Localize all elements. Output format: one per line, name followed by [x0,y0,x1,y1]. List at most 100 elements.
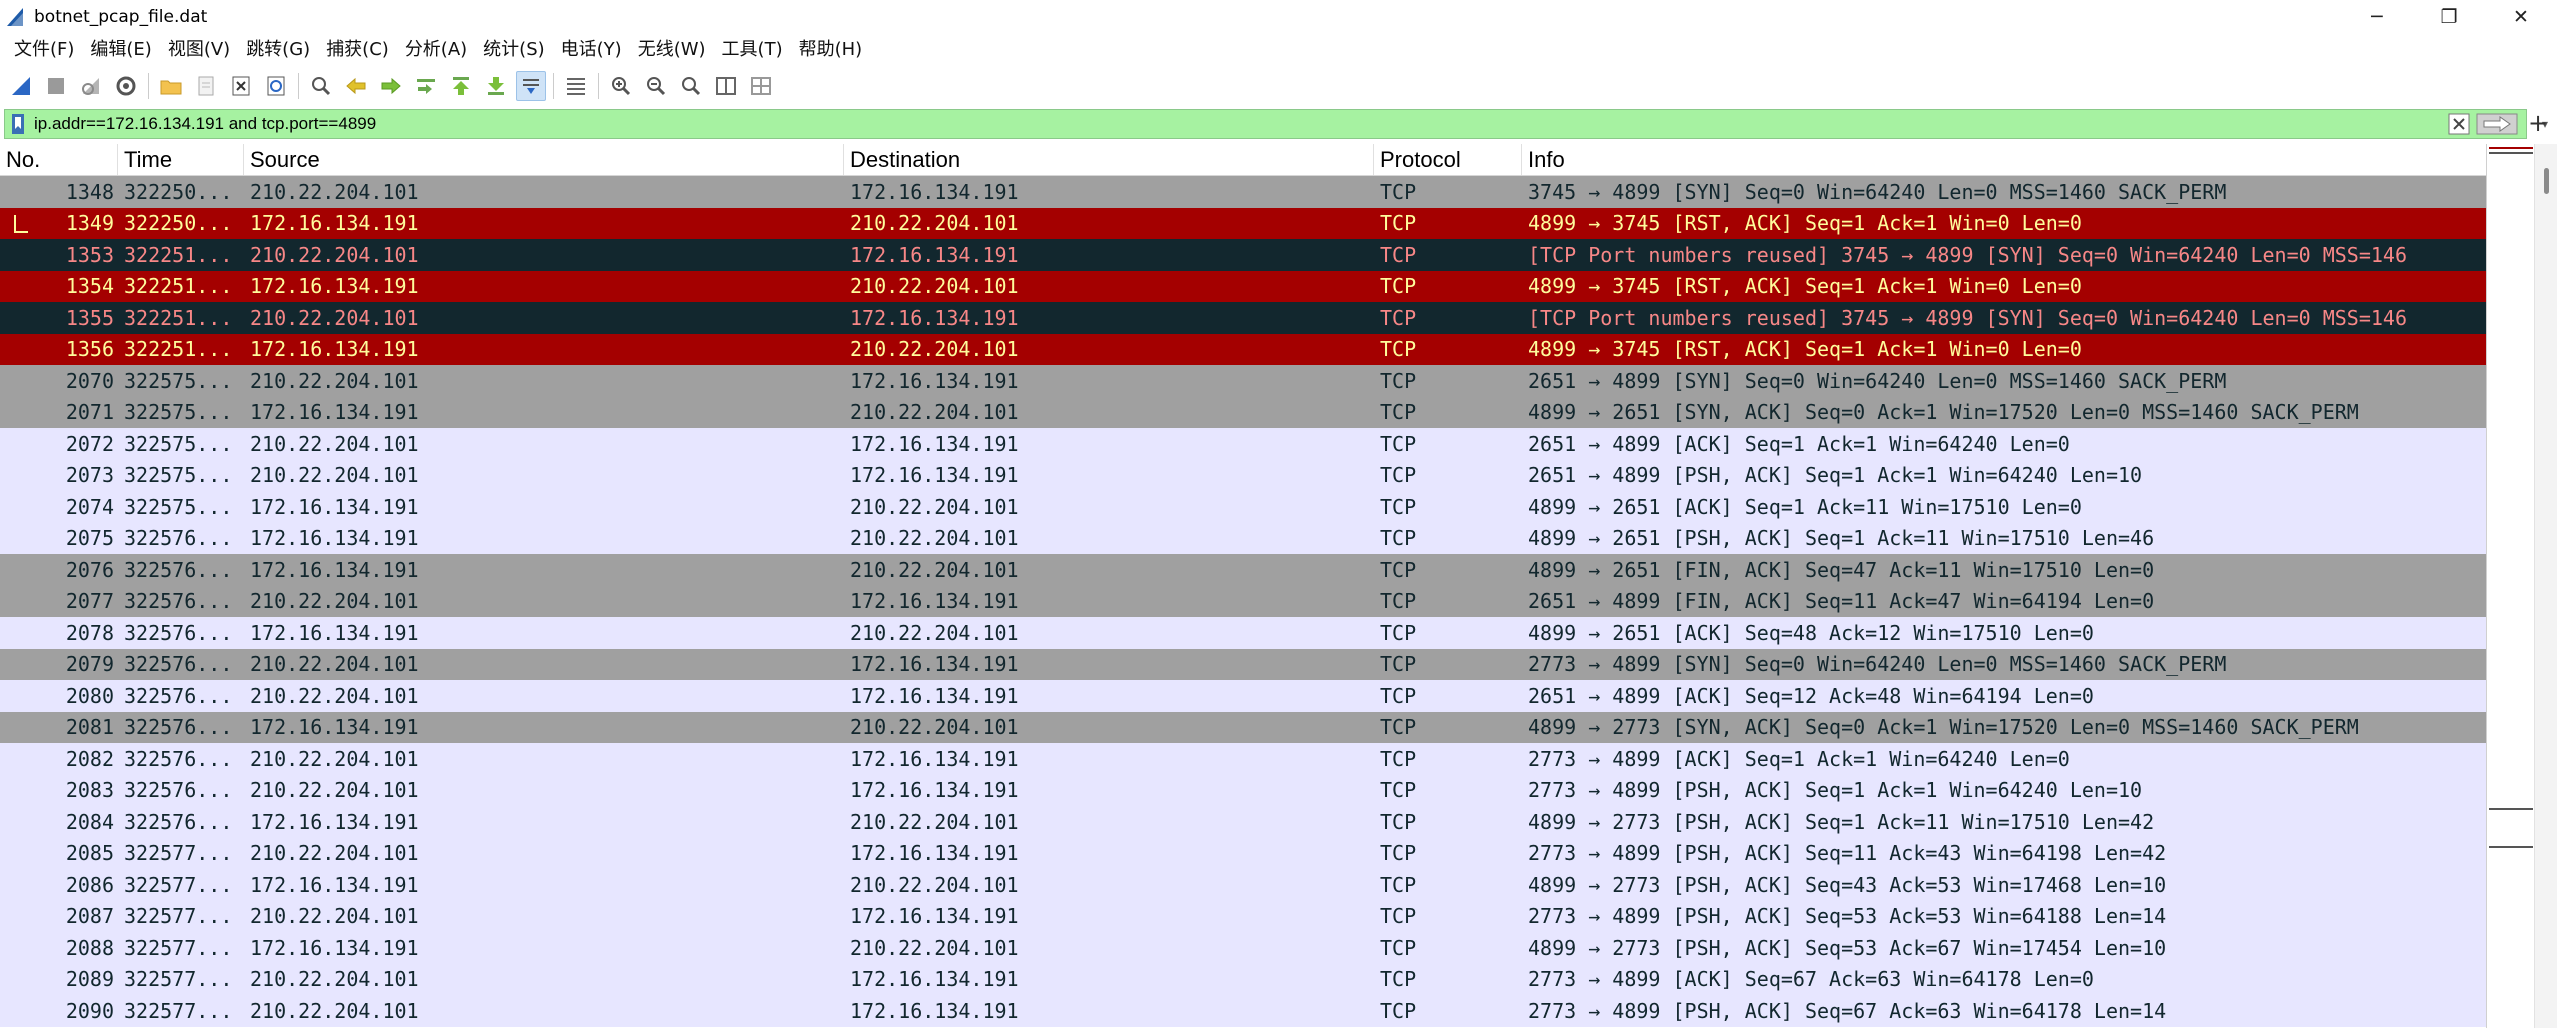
column-header-destination[interactable]: Destination [844,144,1374,175]
packet-row[interactable]: 2086 322577... 172.16.134.191 210.22.204.10… [0,869,2486,901]
restore-button[interactable]: ❐ [2413,0,2485,34]
packet-row[interactable]: 2081 322576... 172.16.134.191 210.22.204.10… [0,711,2486,743]
go-back-icon[interactable] [341,71,371,101]
packet-row[interactable]: 1349 322250... 172.16.134.191 210.22.204.10… [0,207,2486,239]
packet-row[interactable]: 1354 322251... 172.16.134.191 210.22.204.10… [0,270,2486,302]
cell-protocol: TCP [1380,494,1417,519]
apply-filter-icon[interactable] [2476,113,2518,135]
menu-file[interactable]: 文件(F) [6,34,82,66]
packet-row[interactable]: 2082 322576... 210.22.204.101 172.16.134.19… [0,743,2486,775]
close-file-icon[interactable] [226,71,256,101]
packet-row[interactable]: 2080 322576... 210.22.204.101 172.16.134.19… [0,680,2486,712]
packet-row[interactable]: 2072 322575... 210.22.204.101 172.16.134.19… [0,428,2486,460]
last-packet-icon[interactable] [481,71,511,101]
packet-row[interactable]: 2089 322577... 210.22.204.101 172.16.134.19… [0,963,2486,995]
packet-row[interactable]: 2074 322575... 172.16.134.191 210.22.204.10… [0,491,2486,523]
packet-row[interactable]: 1355 322251... 210.22.204.101 172.16.134.19… [0,302,2486,334]
cell-destination: 172.16.134.191 [850,967,1019,992]
cell-no: 2072 [65,431,114,456]
column-header-no[interactable]: No. [0,144,118,175]
zoom-out-icon[interactable] [641,71,671,101]
display-filter-field[interactable]: ▾ [4,109,2548,139]
packet-row[interactable]: 2088 322577... 172.16.134.191 210.22.204.10… [0,932,2486,964]
go-forward-icon[interactable] [376,71,406,101]
packet-row[interactable]: 2070 322575... 210.22.204.101 172.16.134.19… [0,365,2486,397]
packet-row[interactable]: 2079 322576... 210.22.204.101 172.16.134.19… [0,648,2486,680]
menu-bar: 文件(F) 编辑(E) 视图(V) 跳转(G) 捕获(C) 分析(A) 统计(S… [0,34,2557,66]
column-header-protocol[interactable]: Protocol [1374,144,1522,175]
cell-source: 210.22.204.101 [250,652,419,677]
find-packet-icon[interactable] [306,71,336,101]
vertical-scrollbar[interactable] [2534,144,2557,1028]
cell-destination: 172.16.134.191 [850,746,1019,771]
cell-destination: 210.22.204.101 [850,715,1019,740]
cell-no: 2090 [65,998,114,1023]
cell-protocol: TCP [1380,904,1417,929]
cell-no: 2073 [65,463,114,488]
reload-file-icon[interactable] [261,71,291,101]
packet-row[interactable]: 2077 322576... 210.22.204.101 172.16.134.19… [0,585,2486,617]
packet-row[interactable]: 1353 322251... 210.22.204.101 172.16.134.19… [0,239,2486,271]
clear-filter-icon[interactable] [2447,113,2471,135]
menu-capture[interactable]: 捕获(C) [318,34,397,66]
packet-row[interactable]: 2087 322577... 210.22.204.101 172.16.134.19… [0,900,2486,932]
go-to-packet-icon[interactable] [411,71,441,101]
add-filter-button[interactable]: + [2525,108,2551,138]
packet-row[interactable]: 2084 322576... 172.16.134.191 210.22.204.10… [0,806,2486,838]
cell-no: 2084 [65,809,114,834]
cell-no: 2076 [65,557,114,582]
packet-row[interactable]: 2073 322575... 210.22.204.101 172.16.134.19… [0,459,2486,491]
first-packet-icon[interactable] [446,71,476,101]
save-file-icon[interactable] [191,71,221,101]
scrollbar-thumb[interactable] [2544,168,2549,194]
open-file-icon[interactable] [156,71,186,101]
menu-wireless[interactable]: 无线(W) [630,34,714,66]
packet-row[interactable]: 2085 322577... 210.22.204.101 172.16.134.19… [0,837,2486,869]
column-header-info[interactable]: Info [1522,144,2486,175]
column-header-time[interactable]: Time [118,144,244,175]
close-button[interactable]: ✕ [2485,0,2557,34]
packet-row[interactable]: 2078 322576... 172.16.134.191 210.22.204.10… [0,617,2486,649]
menu-view[interactable]: 视图(V) [160,34,238,66]
cell-time: 322576... [124,683,233,708]
menu-tools[interactable]: 工具(T) [714,34,791,66]
cell-time: 322576... [124,620,233,645]
cell-time: 322577... [124,872,233,897]
menu-help[interactable]: 帮助(H) [791,34,871,66]
packet-row[interactable]: 2090 322577... 210.22.204.101 172.16.134.19… [0,995,2486,1027]
menu-edit[interactable]: 编辑(E) [82,34,159,66]
stop-capture-icon[interactable] [41,71,71,101]
normal-size-icon[interactable] [676,71,706,101]
resize-columns-icon[interactable] [711,71,741,101]
minimize-button[interactable]: ─ [2341,0,2413,34]
capture-options-icon[interactable] [111,71,141,101]
menu-telephony[interactable]: 电话(Y) [553,34,630,66]
column-header-source[interactable]: Source [244,144,844,175]
zoom-in-icon[interactable] [606,71,636,101]
packet-row[interactable]: 2076 322576... 172.16.134.191 210.22.204.10… [0,554,2486,586]
cell-no: 2086 [65,872,114,897]
packet-row[interactable]: 1348 322250... 210.22.204.101 172.16.134.19… [0,176,2486,208]
filter-input[interactable] [34,111,2526,137]
packet-row[interactable]: 2083 322576... 210.22.204.101 172.16.134.19… [0,774,2486,806]
menu-go[interactable]: 跳转(G) [238,34,318,66]
packet-list-minimap[interactable] [2486,144,2534,1028]
autoscroll-icon[interactable] [516,71,546,101]
cell-source: 172.16.134.191 [250,494,419,519]
colorize-icon[interactable] [561,71,591,101]
restart-capture-icon[interactable] [76,71,106,101]
cell-no: 2085 [65,841,114,866]
packet-row[interactable]: 1356 322251... 172.16.134.191 210.22.204.10… [0,333,2486,365]
packet-row[interactable]: 2071 322575... 172.16.134.191 210.22.204.10… [0,396,2486,428]
bookmark-icon[interactable] [10,113,26,135]
cell-source: 210.22.204.101 [250,904,419,929]
expand-icon[interactable] [746,71,776,101]
packet-row[interactable]: 2075 322576... 172.16.134.191 210.22.204.10… [0,522,2486,554]
cell-destination: 172.16.134.191 [850,841,1019,866]
menu-statistics[interactable]: 统计(S) [475,34,552,66]
start-capture-icon[interactable] [6,71,36,101]
cell-no: 2081 [65,715,114,740]
cell-no: 2088 [65,935,114,960]
cell-no: 2070 [65,368,114,393]
menu-analyze[interactable]: 分析(A) [397,34,475,66]
